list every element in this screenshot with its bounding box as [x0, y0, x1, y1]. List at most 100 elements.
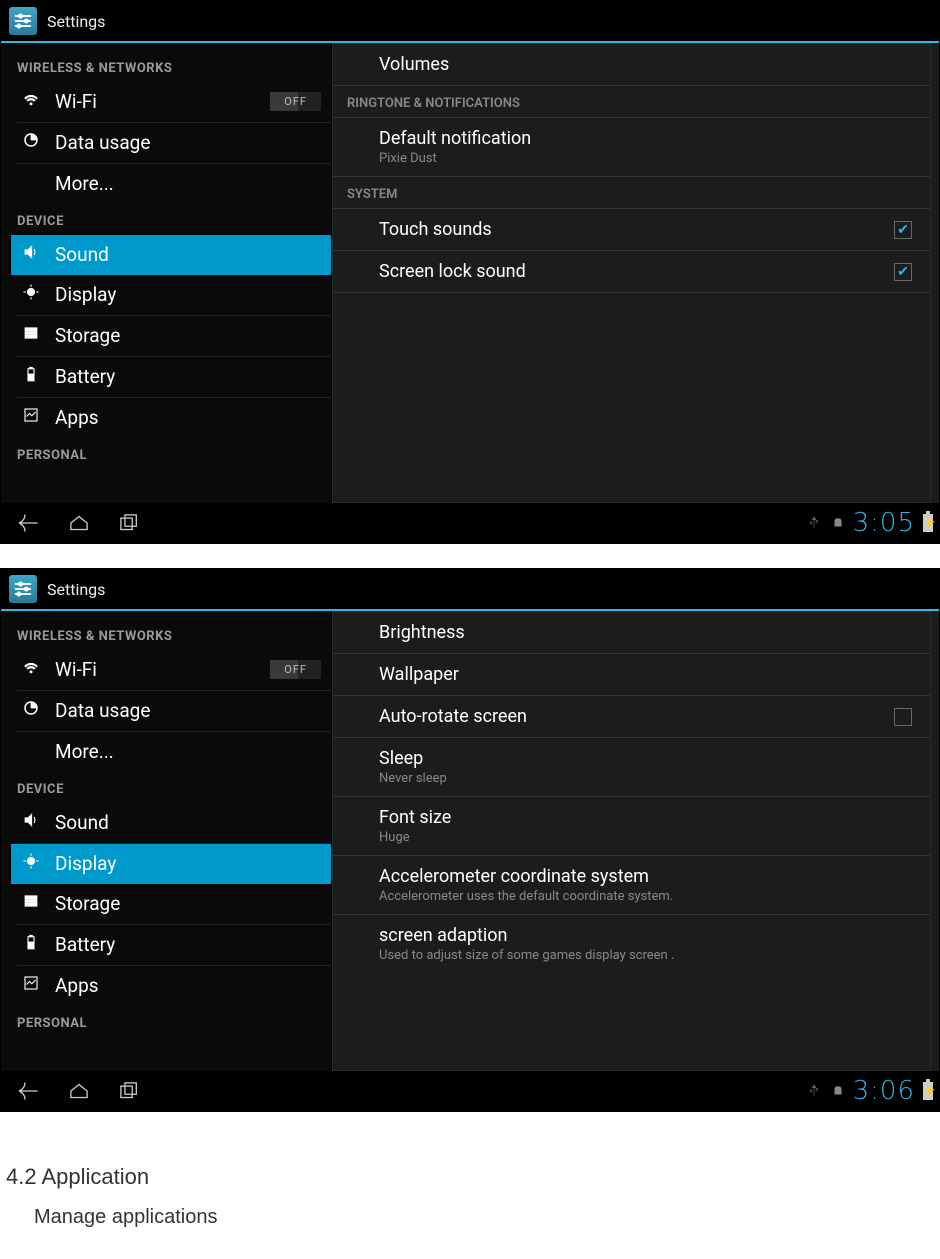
touch-sounds-checkbox[interactable] — [894, 221, 912, 239]
detail-item-auto-rotate[interactable]: Auto-rotate screen — [333, 696, 930, 738]
sidebar-item-datausage[interactable]: Data usage — [11, 123, 331, 163]
battery-icon — [17, 933, 45, 956]
sidebar-item-datausage[interactable]: Data usage — [11, 691, 331, 731]
data-usage-label: Data usage — [55, 131, 150, 154]
sleep-sub: Never sleep — [379, 771, 912, 786]
settings-app-icon — [9, 575, 37, 603]
storage-icon — [17, 892, 45, 915]
navigation-bar: 3:06 ⚡ — [1, 1071, 939, 1111]
touch-sounds-label: Touch sounds — [379, 219, 894, 240]
section-wireless: WIRELESS & NETWORKS — [11, 51, 331, 82]
sidebar-item-display[interactable]: Display — [11, 844, 331, 884]
usb-debug-icon — [831, 1084, 845, 1098]
detail-section-ringtone: RINGTONE & NOTIFICATIONS — [333, 86, 930, 118]
detail-item-accelerometer[interactable]: Accelerometer coordinate system Accelero… — [333, 856, 930, 915]
sidebar-item-apps[interactable]: Apps — [11, 966, 331, 1006]
more-label: More... — [55, 172, 114, 195]
storage-label: Storage — [55, 892, 120, 915]
wifi-label: Wi-Fi — [55, 658, 97, 681]
font-size-sub: Huge — [379, 830, 912, 845]
clock: 3:06 — [853, 1076, 915, 1106]
auto-rotate-checkbox[interactable] — [894, 708, 912, 726]
section-personal: PERSONAL — [11, 1006, 331, 1037]
settings-sidebar: WIRELESS & NETWORKS Wi-Fi OFF Data usage… — [1, 43, 331, 503]
screen-lock-sound-label: Screen lock sound — [379, 261, 894, 282]
wifi-toggle[interactable]: OFF — [270, 92, 321, 111]
section-device: DEVICE — [11, 772, 331, 803]
doc-paragraph: Manage applications — [34, 1206, 934, 1229]
detail-item-touch-sounds[interactable]: Touch sounds — [333, 209, 930, 251]
sound-label: Sound — [55, 811, 109, 834]
screen-adaption-label: screen adaption — [379, 925, 912, 946]
battery-icon — [17, 365, 45, 388]
battery-label: Battery — [55, 365, 115, 388]
more-label: More... — [55, 740, 114, 763]
home-button[interactable] — [57, 1075, 101, 1107]
default-notification-sub: Pixie Dust — [379, 151, 912, 166]
sidebar-item-battery[interactable]: Battery — [11, 357, 331, 397]
wifi-label: Wi-Fi — [55, 90, 97, 113]
wifi-toggle[interactable]: OFF — [270, 660, 321, 679]
display-icon — [17, 852, 45, 875]
screen-lock-sound-checkbox[interactable] — [894, 263, 912, 281]
status-icons — [807, 516, 845, 530]
sidebar-item-more[interactable]: More... — [11, 732, 331, 772]
sidebar-item-battery[interactable]: Battery — [11, 925, 331, 965]
sidebar-item-sound[interactable]: Sound — [11, 803, 331, 843]
usb-debug-icon — [831, 516, 845, 530]
home-button[interactable] — [57, 507, 101, 539]
detail-item-sleep[interactable]: Sleep Never sleep — [333, 738, 930, 797]
sidebar-item-storage[interactable]: Storage — [11, 316, 331, 356]
document-body: 4.2 Application Manage applications — [0, 1136, 940, 1259]
navigation-bar: 3:05 ⚡ — [1, 503, 939, 543]
sidebar-item-apps[interactable]: Apps — [11, 398, 331, 438]
screenshot-display-settings: Settings WIRELESS & NETWORKS Wi-Fi OFF D… — [0, 568, 940, 1112]
sidebar-item-sound[interactable]: Sound — [11, 235, 331, 275]
storage-label: Storage — [55, 324, 120, 347]
data-usage-icon — [17, 699, 45, 722]
back-button[interactable] — [7, 507, 51, 539]
detail-item-volumes[interactable]: Volumes — [333, 44, 930, 86]
font-size-label: Font size — [379, 807, 912, 828]
apps-icon — [17, 406, 45, 429]
data-usage-icon — [17, 131, 45, 154]
battery-status-icon: ⚡ — [923, 514, 933, 532]
sidebar-item-display[interactable]: Display — [11, 275, 331, 315]
sidebar-item-wifi[interactable]: Wi-Fi OFF — [11, 82, 331, 122]
sound-icon — [17, 811, 45, 834]
auto-rotate-label: Auto-rotate screen — [379, 706, 894, 727]
recent-apps-button[interactable] — [107, 1075, 151, 1107]
storage-icon — [17, 324, 45, 347]
detail-item-screen-lock-sound[interactable]: Screen lock sound — [333, 251, 930, 293]
volumes-label: Volumes — [379, 54, 912, 75]
detail-item-brightness[interactable]: Brightness — [333, 612, 930, 654]
recent-apps-button[interactable] — [107, 507, 151, 539]
apps-label: Apps — [55, 974, 99, 997]
title-bar: Settings — [1, 1, 939, 43]
sound-label: Sound — [55, 243, 109, 266]
accelerometer-sub: Accelerometer uses the default coordinat… — [379, 889, 912, 904]
detail-item-wallpaper[interactable]: Wallpaper — [333, 654, 930, 696]
detail-item-screen-adaption[interactable]: screen adaption Used to adjust size of s… — [333, 915, 930, 973]
back-button[interactable] — [7, 1075, 51, 1107]
default-notification-label: Default notification — [379, 128, 912, 149]
display-label: Display — [55, 852, 116, 875]
wifi-icon — [17, 658, 45, 681]
detail-panel-display: Brightness Wallpaper Auto-rotate screen … — [331, 611, 939, 1071]
section-wireless: WIRELESS & NETWORKS — [11, 619, 331, 650]
settings-app-icon — [9, 7, 37, 35]
screen-adaption-sub: Used to adjust size of some games displa… — [379, 948, 912, 963]
doc-heading: 4.2 Application — [6, 1164, 934, 1190]
section-personal: PERSONAL — [11, 438, 331, 469]
wifi-icon — [17, 90, 45, 113]
sidebar-item-storage[interactable]: Storage — [11, 884, 331, 924]
app-title: Settings — [47, 580, 105, 599]
detail-item-default-notification[interactable]: Default notification Pixie Dust — [333, 118, 930, 177]
detail-item-font-size[interactable]: Font size Huge — [333, 797, 930, 856]
apps-label: Apps — [55, 406, 99, 429]
sidebar-item-more[interactable]: More... — [11, 164, 331, 204]
sidebar-item-wifi[interactable]: Wi-Fi OFF — [11, 650, 331, 690]
sleep-label: Sleep — [379, 748, 912, 769]
wallpaper-label: Wallpaper — [379, 664, 912, 685]
battery-label: Battery — [55, 933, 115, 956]
